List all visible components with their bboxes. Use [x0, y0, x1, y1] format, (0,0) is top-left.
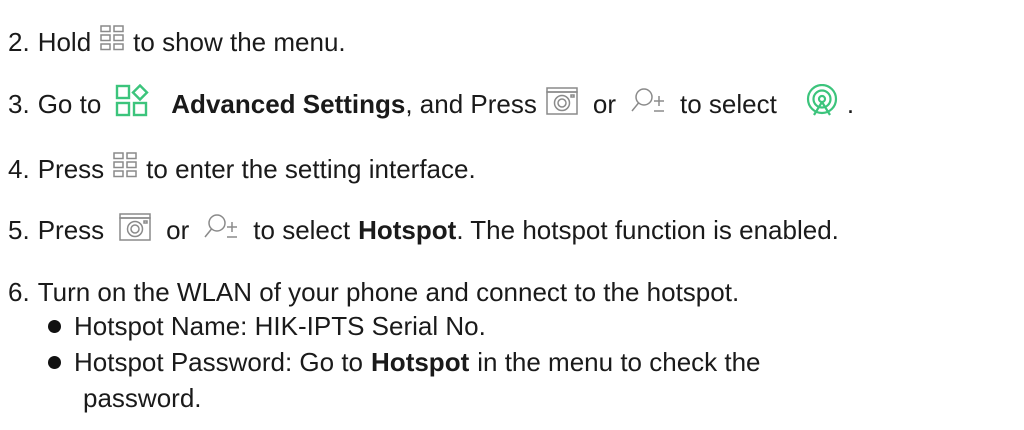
- bullet-2-continuation: password.: [83, 378, 202, 418]
- bullet-dot: [48, 355, 61, 369]
- advanced-settings-icon: [115, 83, 149, 125]
- step-6-number: 6.: [8, 276, 30, 307]
- step-5-post: . The hotspot function is enabled.: [456, 214, 839, 245]
- step-4-number: 4.: [8, 153, 30, 184]
- step-5-or: or: [166, 214, 190, 245]
- zoom-icon: [630, 86, 666, 123]
- step-5-mid: to select: [253, 214, 351, 245]
- step-3-pre: Go to: [37, 88, 102, 119]
- step-4-post: to enter the setting interface.: [146, 153, 476, 184]
- step-2-pre: Hold: [37, 26, 92, 57]
- zoom-icon: [203, 212, 239, 249]
- step-3-number: 3.: [8, 88, 30, 119]
- hotspot-icon: [805, 83, 839, 125]
- bullet-2-bold: Hotspot: [371, 346, 470, 377]
- step-3-bold: Advanced Settings: [171, 88, 406, 119]
- step-2-post: to show the menu.: [133, 26, 346, 57]
- menu-grid-icon: [112, 151, 138, 188]
- step-2-number: 2.: [8, 26, 30, 57]
- bullet-dot: [48, 319, 61, 333]
- step-3: 3. Go to Advanced Settings, and Press or: [8, 83, 855, 125]
- step-4: 4. Press to enter the setting interface.: [8, 149, 476, 189]
- bullet-2-cont-text: password.: [83, 382, 202, 413]
- camera-icon: [545, 86, 579, 123]
- step-3-end: .: [846, 88, 855, 119]
- menu-grid-icon: [99, 24, 125, 61]
- step-3-mid: , and Press: [405, 88, 537, 119]
- bullet-2-pre: Hotspot Password: Go to: [74, 346, 364, 377]
- step-2: 2. Hold to show the menu.: [8, 22, 346, 62]
- bullet-2-post: in the menu to check the: [477, 346, 761, 377]
- step-5-pre: Press: [37, 214, 105, 245]
- bullet-hotspot-name: Hotspot Name: HIK-IPTS Serial No.: [48, 306, 486, 346]
- step-6-text: Turn on the WLAN of your phone and conne…: [37, 276, 740, 307]
- step-5-number: 5.: [8, 214, 30, 245]
- camera-icon: [118, 212, 152, 249]
- step-3-post: to select: [679, 88, 777, 119]
- bullet-1-text: Hotspot Name: HIK-IPTS Serial No.: [74, 310, 486, 341]
- step-4-pre: Press: [37, 153, 105, 184]
- bullet-hotspot-password: Hotspot Password: Go to Hotspot in the m…: [48, 342, 761, 382]
- step-5: 5. Press or to select Hotspot. The hotsp…: [8, 210, 839, 250]
- step-5-bold: Hotspot: [358, 214, 457, 245]
- step-3-or: or: [592, 88, 616, 119]
